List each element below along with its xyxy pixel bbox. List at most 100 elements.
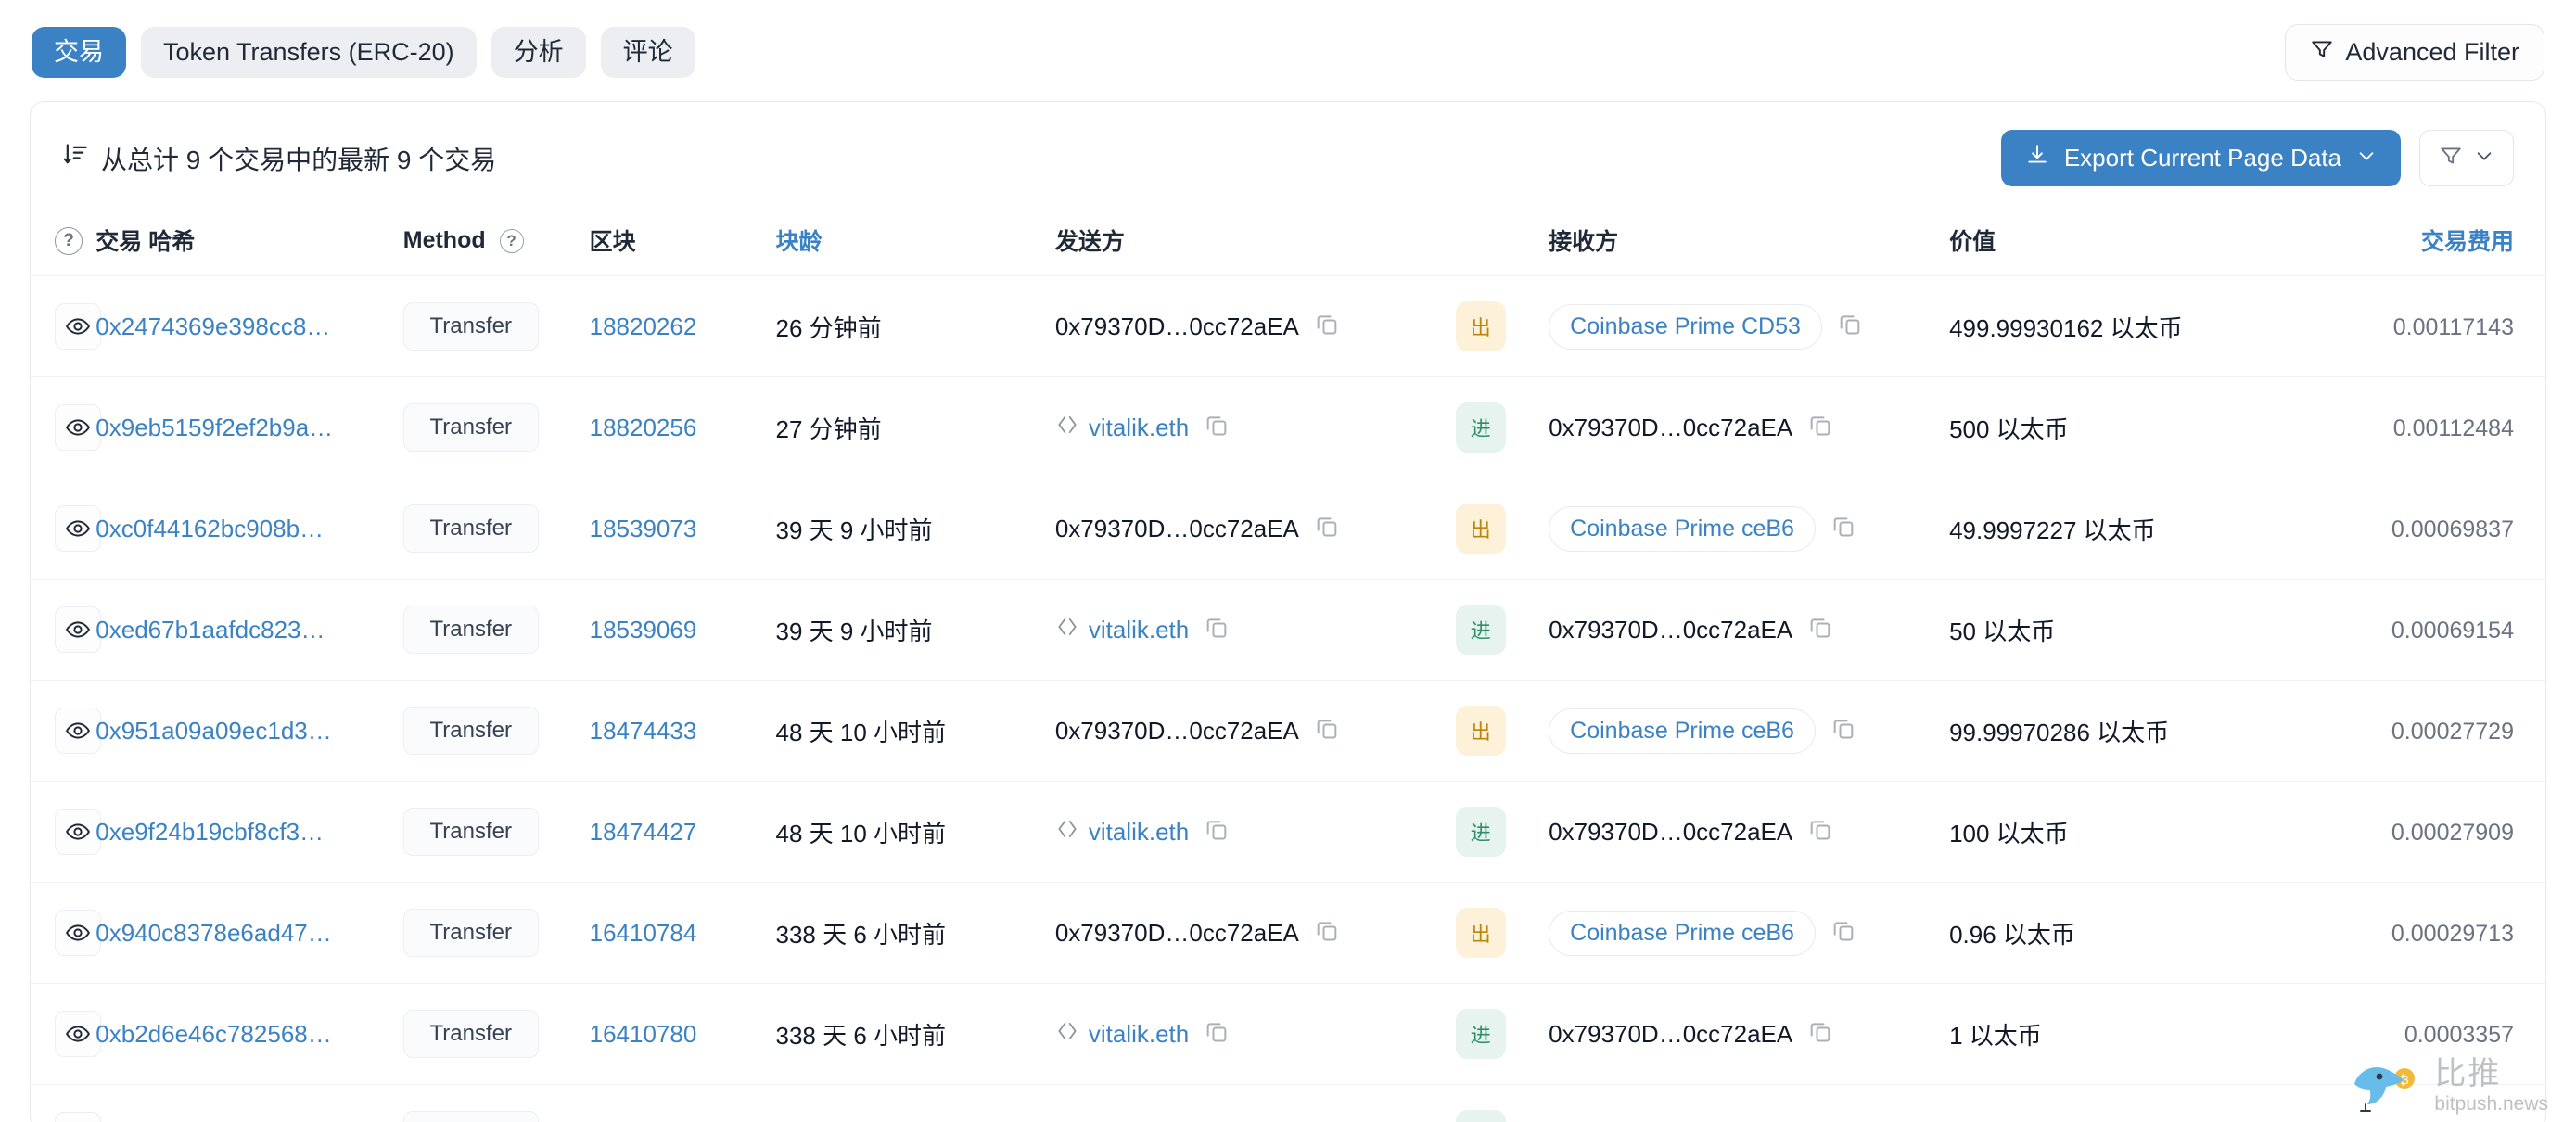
from-ens-link[interactable]: vitalik.eth	[1089, 616, 1189, 644]
to-address[interactable]: 0x79370D…0cc72aEA	[1549, 616, 1792, 644]
method-badge[interactable]: Transfer	[402, 504, 539, 553]
transaction-hash-link[interactable]: 0x9eb5159f2ef2b9a…	[96, 414, 333, 441]
method-badge[interactable]: Transfer	[402, 1010, 539, 1058]
to-address[interactable]: 0x79370D…0cc72aEA	[1549, 414, 1792, 442]
copy-icon[interactable]	[1807, 412, 1833, 444]
copy-icon[interactable]	[1830, 715, 1856, 747]
copy-icon[interactable]	[1830, 917, 1856, 950]
cell-preview	[31, 579, 101, 681]
method-badge[interactable]: Transfer	[402, 403, 539, 452]
cell-hash: 0x2474369e398cc8…	[96, 275, 403, 377]
cell-fee: 0.00117143	[2302, 275, 2545, 377]
transaction-hash-link[interactable]: 0x951a09a09ec1d3…	[96, 717, 331, 745]
block-link[interactable]: 18474427	[590, 818, 697, 846]
cell-from: vitalik.eth	[1054, 376, 1456, 478]
block-link[interactable]: 16410780	[590, 1020, 697, 1048]
tab-0[interactable]: 交易	[32, 26, 126, 79]
cell-hash: 0x9eb5159f2ef2b9a…	[96, 376, 403, 478]
column-header-fee[interactable]: 交易费用	[2302, 209, 2545, 276]
eye-icon[interactable]	[55, 910, 101, 956]
eye-icon[interactable]	[55, 505, 101, 552]
column-header-hash: 交易 哈希	[96, 209, 403, 276]
advanced-filter-button[interactable]: Advanced Filter	[2285, 24, 2544, 81]
copy-icon[interactable]	[1837, 311, 1863, 343]
ens-diamond-icon	[1055, 413, 1079, 443]
to-name-tag[interactable]: Coinbase Prime CD53	[1549, 303, 1822, 350]
cell-block: 18539073	[589, 478, 776, 580]
info-icon[interactable]: ?	[55, 227, 83, 255]
tab-2[interactable]: 分析	[491, 26, 586, 79]
cell-to: Coinbase Prime ceB6	[1549, 680, 1950, 782]
from-ens-link[interactable]: vitalik.eth	[1089, 818, 1189, 847]
eye-icon[interactable]	[55, 606, 101, 653]
from-ens-link[interactable]: vitalik.eth	[1089, 414, 1189, 442]
to-name-tag[interactable]: Coinbase Prime ceB6	[1549, 708, 1816, 754]
cell-value: 99.99970286 以太币	[1949, 680, 2303, 782]
cell-age: 338 天 6 小时前	[775, 983, 1055, 1085]
from-ens-link[interactable]: vitalik.eth	[1089, 1020, 1189, 1049]
copy-icon[interactable]	[1314, 715, 1340, 747]
cell-preview	[31, 680, 101, 782]
cell-to: 0x79370D…0cc72aEA	[1549, 781, 1950, 883]
transaction-hash-link[interactable]: 0xed67b1aafdc823…	[96, 616, 325, 644]
method-badge[interactable]: Transfer	[402, 1111, 539, 1122]
eye-icon[interactable]	[55, 809, 101, 855]
transaction-hash-link[interactable]: 0xb2d6e46c782568…	[96, 1020, 331, 1048]
to-address[interactable]: 0x79370D…0cc72aEA	[1549, 818, 1792, 847]
copy-icon[interactable]	[1204, 1018, 1230, 1051]
cell-fee: 0.0003357	[2302, 983, 2545, 1085]
to-name-tag[interactable]: Coinbase Prime ceB6	[1549, 910, 1816, 956]
from-address[interactable]: 0x79370D…0cc72aEA	[1055, 919, 1299, 948]
method-badge[interactable]: Transfer	[402, 606, 539, 654]
tab-1[interactable]: Token Transfers (ERC-20)	[141, 26, 477, 79]
cell-fee: 0.00112484	[2302, 376, 2545, 478]
from-address[interactable]: 0x79370D…0cc72aEA	[1055, 312, 1299, 341]
from-address[interactable]: 0x79370D…0cc72aEA	[1055, 515, 1299, 543]
export-current-page-data-button[interactable]: Export Current Page Data	[2000, 130, 2401, 186]
funnel-icon	[2439, 144, 2463, 172]
column-filter-button[interactable]	[2419, 130, 2514, 186]
transaction-hash-link[interactable]: 0x940c8378e6ad47…	[96, 919, 331, 947]
from-address[interactable]: 0x79370D…0cc72aEA	[1055, 717, 1299, 746]
copy-icon[interactable]	[1807, 816, 1833, 848]
cell-from: vitalik.eth	[1054, 983, 1456, 1085]
block-link[interactable]: 18820256	[590, 414, 697, 441]
copy-icon[interactable]	[1204, 816, 1230, 848]
direction-badge: 出	[1455, 706, 1506, 756]
to-name-tag[interactable]: Coinbase Prime ceB6	[1549, 505, 1816, 552]
eye-icon[interactable]	[55, 1112, 101, 1122]
eye-icon[interactable]	[55, 404, 101, 451]
method-badge[interactable]: Transfer	[402, 302, 539, 351]
copy-icon[interactable]	[1807, 614, 1833, 646]
copy-icon[interactable]	[1807, 1018, 1833, 1051]
copy-icon[interactable]	[1204, 614, 1230, 646]
block-link[interactable]: 18539073	[590, 515, 697, 542]
eye-icon[interactable]	[55, 1011, 101, 1057]
eye-icon[interactable]	[55, 303, 101, 350]
cell-age: 338 天 6 小时前	[775, 882, 1055, 984]
copy-icon[interactable]	[1314, 311, 1340, 343]
block-link[interactable]: 16410784	[590, 919, 697, 947]
cell-preview	[31, 1085, 101, 1122]
direction-badge: 出	[1455, 301, 1506, 351]
to-address[interactable]: 0x79370D…0cc72aEA	[1549, 1020, 1792, 1049]
block-link[interactable]: 18539069	[590, 616, 697, 644]
copy-icon[interactable]	[1204, 412, 1230, 444]
copy-icon[interactable]	[1314, 917, 1340, 950]
method-badge[interactable]: Transfer	[402, 707, 539, 755]
column-header-age[interactable]: 块龄	[775, 209, 1055, 276]
cell-direction: 进	[1455, 579, 1549, 681]
method-badge[interactable]: Transfer	[402, 909, 539, 957]
eye-icon[interactable]	[55, 708, 101, 754]
copy-icon[interactable]	[1830, 513, 1856, 545]
block-link[interactable]: 18474433	[590, 717, 697, 745]
method-badge[interactable]: Transfer	[402, 808, 539, 856]
info-icon[interactable]: ?	[499, 228, 524, 253]
transaction-hash-link[interactable]: 0xe9f24b19cbf8cf3…	[96, 818, 324, 846]
block-link[interactable]: 18820262	[590, 312, 697, 340]
tab-3[interactable]: 评论	[600, 26, 695, 79]
tab-list: 交易 Token Transfers (ERC-20) 分析 评论	[32, 26, 695, 79]
transaction-hash-link[interactable]: 0x2474369e398cc8…	[96, 312, 330, 340]
transaction-hash-link[interactable]: 0xc0f44162bc908b…	[96, 515, 324, 542]
copy-icon[interactable]	[1314, 513, 1340, 545]
